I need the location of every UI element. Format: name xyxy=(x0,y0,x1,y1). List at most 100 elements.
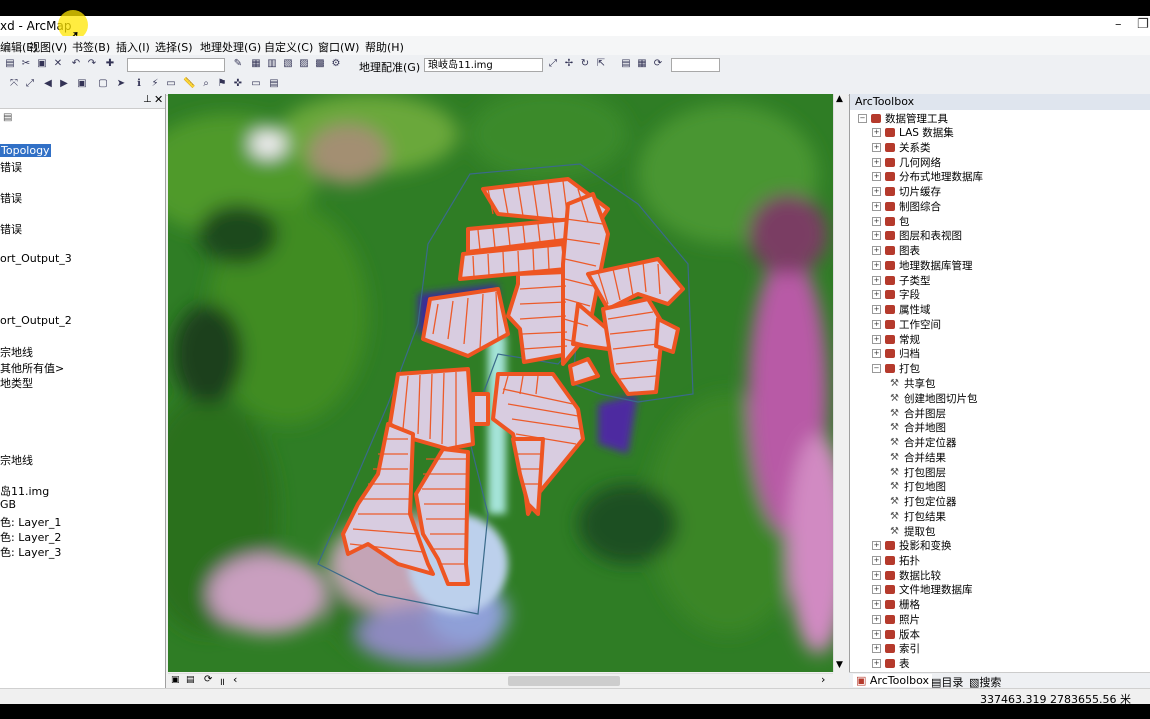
xy-icon[interactable]: ✜ xyxy=(232,78,244,90)
scroll-up-icon[interactable]: ▲ xyxy=(836,94,843,104)
tree-group[interactable]: + 版本 xyxy=(872,627,920,642)
expand-icon[interactable]: + xyxy=(872,305,881,314)
scroll-right-icon[interactable]: › xyxy=(821,673,825,686)
delete-icon[interactable]: ✕ xyxy=(52,58,64,70)
toc-item-layer-1[interactable]: 色: Layer_1 xyxy=(0,514,61,530)
toc-item-parcel-line[interactable]: 宗地线 xyxy=(0,344,33,360)
tree-group[interactable]: + 图层和表视图 xyxy=(872,228,962,243)
scroll-down-icon[interactable]: ▼ xyxy=(836,660,843,670)
paste-icon[interactable]: ▣ xyxy=(36,58,48,70)
link-icon[interactable]: ✢ xyxy=(563,58,575,70)
minimize-button[interactable]: – xyxy=(1115,17,1122,32)
map-view[interactable] xyxy=(168,94,833,672)
html-popup-icon[interactable]: ▭ xyxy=(165,78,177,90)
toc-item-output-3[interactable]: ort_Output_3 xyxy=(0,252,72,265)
toc-item-raster[interactable]: 岛11.img xyxy=(0,483,49,499)
catalog-icon[interactable]: ▥ xyxy=(266,58,278,70)
expand-icon[interactable]: + xyxy=(872,555,881,565)
redo-icon[interactable]: ↷ xyxy=(86,58,98,70)
toc-item-output-2[interactable]: ort_Output_2 xyxy=(0,314,72,327)
expand-icon[interactable]: + xyxy=(872,600,881,609)
tree-tool[interactable]: ⚒ 提取包 xyxy=(890,524,936,539)
expand-icon[interactable]: + xyxy=(872,319,881,329)
scale-dropdown[interactable] xyxy=(127,58,225,72)
time-slider-icon[interactable]: ▭ xyxy=(250,78,262,90)
expand-icon[interactable]: + xyxy=(872,644,881,654)
select-features-icon[interactable]: ▣ xyxy=(76,78,88,90)
tree-group[interactable]: + 图表 xyxy=(872,243,920,258)
python-icon[interactable]: ▩ xyxy=(314,58,326,70)
expand-icon[interactable]: + xyxy=(872,246,881,255)
horizontal-scrollbar[interactable]: ▣ ▤ ⟳ ॥ ‹ › xyxy=(168,673,833,689)
toc-item-error-3[interactable]: 错误 xyxy=(0,221,22,237)
tree-group[interactable]: + 表 xyxy=(872,656,910,671)
tree-tool[interactable]: ⚒ 打包图层 xyxy=(890,465,946,480)
open-icon[interactable]: ▤ xyxy=(4,58,16,70)
menu-help[interactable]: 帮助(H) xyxy=(365,39,404,55)
create-viewer-icon[interactable]: ▤ xyxy=(268,78,280,90)
toc-item-rgb[interactable]: GB xyxy=(0,498,16,511)
expand-icon[interactable]: + xyxy=(872,349,881,359)
tree-tool[interactable]: ⚒ 合并定位器 xyxy=(890,435,957,450)
transparency-field[interactable] xyxy=(671,58,720,72)
expand-icon[interactable]: + xyxy=(872,187,881,196)
rotate-icon[interactable]: ↻ xyxy=(579,58,591,70)
menu-windows[interactable]: 窗口(W) xyxy=(318,39,359,55)
tree-group[interactable]: + 制图综合 xyxy=(872,199,941,214)
control-points-icon[interactable]: ⤢ xyxy=(547,58,559,70)
clear-selection-icon[interactable]: ▢ xyxy=(97,78,109,90)
refresh-icon[interactable]: ⟳ xyxy=(652,58,664,70)
restore-button[interactable]: ❐ xyxy=(1137,17,1149,32)
expand-icon[interactable]: + xyxy=(872,142,881,152)
measure-icon[interactable]: 📏 xyxy=(183,78,195,90)
tree-group[interactable]: + 包 xyxy=(872,214,910,229)
menu-customize[interactable]: 自定义(C) xyxy=(264,39,313,55)
close-icon[interactable]: ✕ xyxy=(154,93,163,106)
tree-group[interactable]: + 几何网络 xyxy=(872,155,941,170)
tree-tool[interactable]: ⚒ 创建地图切片包 xyxy=(890,391,978,406)
tree-group[interactable]: + 属性域 xyxy=(872,302,931,317)
find-icon[interactable]: ⌕ xyxy=(200,78,212,90)
tree-group[interactable]: + 照片 xyxy=(872,612,920,627)
search-window-icon[interactable]: ▧ xyxy=(282,58,294,70)
scroll-thumb[interactable] xyxy=(508,676,620,686)
expand-icon[interactable]: + xyxy=(872,157,881,167)
forward-arrow-icon[interactable]: ▶ xyxy=(58,78,70,90)
toc-item-layer-2[interactable]: 色: Layer_2 xyxy=(0,529,61,545)
scroll-left-icon[interactable]: ‹ xyxy=(233,673,237,686)
tree-tool[interactable]: ⚒ 打包定位器 xyxy=(890,494,957,509)
menu-view[interactable]: 视图(V) xyxy=(29,39,67,55)
full-extent-icon[interactable]: ⤧ xyxy=(8,78,20,90)
tree-tool[interactable]: ⚒ 合并结果 xyxy=(890,450,946,465)
tree-group[interactable]: + 常规 xyxy=(872,332,920,347)
tree-group[interactable]: + 文件地理数据库 xyxy=(872,582,973,597)
expand-icon[interactable]: + xyxy=(872,290,881,300)
menu-selection[interactable]: 选择(S) xyxy=(155,39,193,55)
back-arrow-icon[interactable]: ◀ xyxy=(42,78,54,90)
tree-group[interactable]: + 工作空间 xyxy=(872,317,941,332)
toc-item-layer-3[interactable]: 色: Layer_3 xyxy=(0,544,61,560)
expand-icon[interactable]: + xyxy=(872,201,881,211)
tree-group-expanded[interactable]: − 打包 xyxy=(872,361,920,376)
tree-group[interactable]: + 拓扑 xyxy=(872,553,920,568)
expand-icon[interactable]: + xyxy=(872,585,881,595)
data-view-icon[interactable]: ▤ xyxy=(186,675,195,685)
tree-group[interactable]: + 字段 xyxy=(872,287,920,302)
select-elements-icon[interactable]: ➤ xyxy=(115,78,127,90)
model-builder-icon[interactable]: ⚙ xyxy=(330,58,342,70)
toc-item-other-values[interactable]: 其他所有值> xyxy=(0,360,64,376)
tree-tool[interactable]: ⚒ 共享包 xyxy=(890,376,936,391)
list-icon[interactable]: ▤ xyxy=(3,112,12,123)
toc-item-error-1[interactable]: 错误 xyxy=(0,159,22,175)
toolbox-icon[interactable]: ▨ xyxy=(298,58,310,70)
menu-insert[interactable]: 插入(I) xyxy=(116,39,150,55)
toc-window-icon[interactable]: ▦ xyxy=(250,58,262,70)
vertical-scrollbar[interactable]: ▲ ▼ xyxy=(833,94,848,672)
identify-icon[interactable]: ℹ xyxy=(133,78,145,90)
expand-icon[interactable]: + xyxy=(872,231,881,241)
expand-icon[interactable]: + xyxy=(872,541,881,550)
menu-bookmarks[interactable]: 书签(B) xyxy=(72,39,110,55)
view-table-icon[interactable]: ▦ xyxy=(636,58,648,70)
tree-tool[interactable]: ⚒ 合并地图 xyxy=(890,420,946,435)
tree-tool[interactable]: ⚒ 打包结果 xyxy=(890,509,946,524)
